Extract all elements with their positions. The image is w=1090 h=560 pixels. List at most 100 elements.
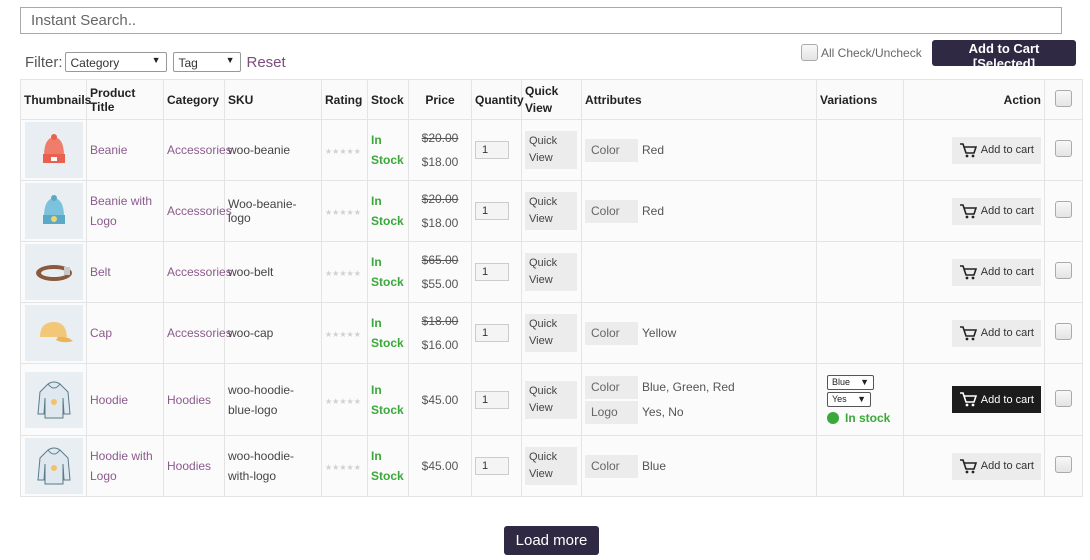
beanie-thumbnail[interactable] bbox=[24, 122, 83, 178]
header-category: Category bbox=[163, 79, 225, 120]
sale-price: $18.00 bbox=[421, 216, 459, 230]
price-cell: $20.00 $18.00 bbox=[408, 119, 472, 181]
row-checkbox[interactable] bbox=[1055, 323, 1072, 340]
category-link[interactable]: Hoodies bbox=[167, 459, 211, 473]
header-price: Price bbox=[408, 79, 472, 120]
stock-status: In Stock bbox=[371, 449, 404, 483]
cart-icon bbox=[959, 458, 977, 473]
header-attributes: Attributes bbox=[581, 79, 817, 120]
attribute-key: Logo bbox=[585, 400, 638, 424]
quantity-input[interactable]: 1 bbox=[475, 141, 509, 159]
product-title-link[interactable]: Beanie with Logo bbox=[90, 194, 152, 228]
variation-color-select[interactable]: Blue ▼ bbox=[827, 375, 874, 390]
product-title-link[interactable]: Hoodie bbox=[90, 393, 128, 407]
search-input[interactable] bbox=[20, 7, 1062, 34]
regular-price: $20.00 bbox=[421, 192, 459, 206]
select-all-checkbox[interactable] bbox=[1055, 89, 1072, 107]
variations-cell: Blue ▼ Yes ▼ In stock bbox=[816, 363, 904, 436]
variations-cell bbox=[816, 180, 904, 242]
check-all-control[interactable]: All Check/Uncheck bbox=[801, 44, 922, 61]
product-title-link[interactable]: Belt bbox=[90, 265, 111, 279]
hoodie-thumbnail[interactable] bbox=[24, 371, 83, 428]
tag-select-value: Tag bbox=[178, 56, 198, 70]
product-title-link[interactable]: Beanie bbox=[90, 143, 127, 157]
filter-label: Filter: bbox=[25, 53, 63, 71]
add-to-cart-button[interactable]: Add to cart bbox=[951, 386, 1041, 413]
cap-thumbnail[interactable] bbox=[24, 305, 83, 361]
attribute-key: Color bbox=[585, 199, 638, 223]
quick-view-button[interactable]: Quick View bbox=[525, 192, 577, 230]
sale-price: $16.00 bbox=[421, 338, 459, 352]
category-link[interactable]: Accessories bbox=[167, 265, 232, 279]
sku-cell: woo-cap bbox=[224, 302, 322, 364]
add-to-cart-button[interactable]: Add to cart bbox=[951, 197, 1041, 225]
header-rating: Rating bbox=[321, 79, 368, 120]
category-link[interactable]: Accessories bbox=[167, 326, 232, 340]
header-stock: Stock bbox=[367, 79, 409, 120]
attribute-key: Color bbox=[585, 138, 638, 162]
attribute-key: Color bbox=[585, 375, 638, 399]
check-all-checkbox[interactable] bbox=[801, 44, 818, 61]
attributes-cell: Color Blue, Green, Red Logo Yes, No bbox=[581, 363, 817, 436]
category-link[interactable]: Accessories bbox=[167, 143, 232, 157]
add-to-cart-button[interactable]: Add to cart bbox=[951, 136, 1041, 164]
add-to-cart-button[interactable]: Add to cart bbox=[951, 258, 1041, 286]
variation-logo-select[interactable]: Yes ▼ bbox=[827, 392, 871, 407]
beanie-with-logo-thumbnail[interactable] bbox=[24, 183, 83, 239]
attributes-cell: Color Red bbox=[581, 119, 817, 181]
quantity-input[interactable]: 1 bbox=[475, 263, 509, 281]
attributes-cell bbox=[581, 241, 817, 303]
sku-cell: woo-belt bbox=[224, 241, 322, 303]
thumbnail-cell bbox=[20, 241, 87, 303]
attribute-value: Red bbox=[642, 143, 665, 157]
header-thumbnails: Thumbnails bbox=[20, 79, 91, 120]
add-to-cart-button[interactable]: Add to cart bbox=[951, 319, 1041, 347]
attribute-value: Blue, Green, Red bbox=[642, 380, 735, 394]
stock-status: In Stock bbox=[371, 194, 404, 228]
attributes-cell: Color Yellow bbox=[581, 302, 817, 364]
regular-price: $65.00 bbox=[421, 253, 459, 267]
category-select[interactable]: Category ▼ bbox=[64, 52, 167, 72]
quick-view-button[interactable]: Quick View bbox=[525, 314, 577, 352]
quick-view-button[interactable]: Quick View bbox=[525, 131, 577, 169]
product-title-link[interactable]: Hoodie with Logo bbox=[90, 449, 153, 483]
beanie-icon bbox=[42, 134, 65, 163]
quick-view-button[interactable]: Quick View bbox=[525, 447, 577, 485]
attribute-key: Color bbox=[585, 321, 638, 345]
stock-status: In Stock bbox=[371, 316, 404, 350]
cart-icon bbox=[959, 142, 977, 157]
hoodie-with-logo-thumbnail[interactable] bbox=[24, 438, 83, 494]
filter-bar: Filter: Category ▼ Tag ▼ Reset bbox=[25, 52, 286, 72]
beanie-logo-icon bbox=[42, 195, 65, 224]
add-to-cart-button[interactable]: Add to cart bbox=[951, 452, 1041, 480]
row-checkbox[interactable] bbox=[1055, 456, 1072, 473]
add-selected-button[interactable]: Add to Cart [Selected] bbox=[932, 40, 1076, 71]
header-action: Action bbox=[903, 79, 1045, 120]
belt-thumbnail[interactable] bbox=[24, 244, 83, 300]
variations-cell bbox=[816, 302, 904, 364]
table-row: Belt Accessories woo-belt ★★★★★ In Stock … bbox=[20, 241, 1083, 303]
cart-icon bbox=[959, 392, 977, 407]
thumbnail-cell bbox=[20, 435, 87, 497]
quantity-input[interactable]: 1 bbox=[475, 324, 509, 342]
quick-view-button[interactable]: Quick View bbox=[525, 380, 577, 419]
row-checkbox[interactable] bbox=[1055, 389, 1072, 407]
load-more-button[interactable]: Load more bbox=[504, 526, 599, 555]
category-link[interactable]: Hoodies bbox=[167, 393, 211, 407]
tag-select[interactable]: Tag ▼ bbox=[172, 52, 241, 72]
category-link[interactable]: Accessories bbox=[167, 204, 232, 218]
variations-cell bbox=[816, 435, 904, 497]
hoodie-logo-icon bbox=[36, 447, 71, 485]
table-row: Beanie with Logo Accessories Woo-beanie-… bbox=[20, 180, 1083, 242]
quantity-input[interactable]: 1 bbox=[475, 457, 509, 475]
row-checkbox[interactable] bbox=[1055, 140, 1072, 157]
reset-link[interactable]: Reset bbox=[247, 54, 286, 71]
quantity-input[interactable]: 1 bbox=[475, 390, 509, 409]
table-row: Beanie Accessories woo-beanie ★★★★★ In St… bbox=[20, 119, 1083, 181]
thumbnail-cell bbox=[20, 119, 87, 181]
quick-view-button[interactable]: Quick View bbox=[525, 253, 577, 291]
row-checkbox[interactable] bbox=[1055, 262, 1072, 279]
quantity-input[interactable]: 1 bbox=[475, 202, 509, 220]
product-title-link[interactable]: Cap bbox=[90, 326, 112, 340]
row-checkbox[interactable] bbox=[1055, 201, 1072, 218]
